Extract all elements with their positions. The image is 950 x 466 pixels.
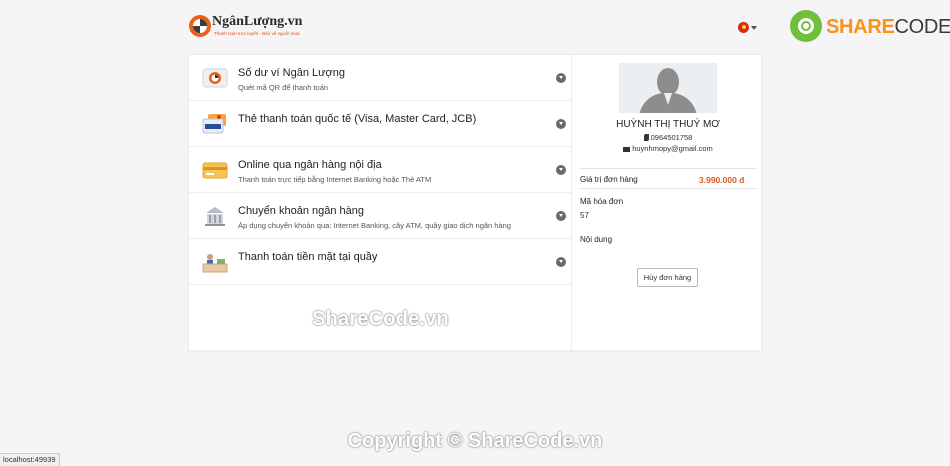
payment-method-international-card[interactable]: Thẻ thanh toán quốc tế (Visa, Master Car…: [189, 101, 572, 147]
avatar-head-shape: [657, 68, 679, 96]
atm-card-icon: [202, 162, 228, 179]
caret-down-icon: [751, 26, 757, 30]
visa-card-icon: [202, 114, 226, 134]
customer-email: huynhmopy@gmail.com: [573, 144, 763, 153]
brand-name: NgânLượng.vn: [212, 14, 303, 29]
copyright-watermark: Copyright © ShareCode.vn: [347, 430, 603, 452]
nganluong-logo-icon: [189, 15, 211, 37]
cash-counter-icon: [202, 254, 228, 273]
payment-method-title: Thẻ thanh toán quốc tế (Visa, Master Car…: [238, 113, 477, 125]
language-selector[interactable]: [738, 22, 758, 34]
payment-method-title: Số dư ví Ngân Lượng: [238, 67, 345, 79]
payment-method-cash[interactable]: Thanh toán tiền mặt tại quầy: [189, 239, 572, 285]
payment-method-domestic-bank[interactable]: Online qua ngân hàng nội địa Thanh toán …: [189, 147, 572, 193]
divider: [579, 168, 757, 169]
order-total-value: 3.990.000 đ: [699, 175, 745, 185]
order-total-label: Giá trị đơn hàng: [580, 175, 638, 184]
sharecode-logo-part1: SHARE: [826, 16, 895, 38]
expand-arrow-icon[interactable]: [556, 257, 566, 267]
nganluong-logo[interactable]: NgânLượng.vn Thanh toán trực tuyến - Bảo…: [188, 12, 308, 42]
expand-arrow-icon[interactable]: [556, 211, 566, 221]
sharecode-logo-text: SHARECODE.vn: [826, 16, 950, 39]
content-label: Nội dung: [580, 235, 613, 244]
payment-method-list: Số dư ví Ngân Lượng Quét mã QR để thanh …: [189, 55, 572, 350]
wallet-icon: [202, 68, 228, 88]
brand-tagline: Thanh toán trực tuyến - Bảo vệ người mua: [214, 31, 300, 36]
payment-method-bank-transfer[interactable]: Chuyển khoản ngân hàng Áp dụng chuyển kh…: [189, 193, 572, 239]
payment-method-wallet[interactable]: Số dư ví Ngân Lượng Quét mã QR để thanh …: [189, 55, 572, 101]
watermark-text: ShareCode.vn: [312, 308, 449, 330]
sharecode-logo: SHARECODE.vn: [790, 10, 950, 44]
avatar: [619, 63, 717, 113]
customer-phone: 0964501758: [573, 133, 763, 142]
payment-method-title: Thanh toán tiền mặt tại quầy: [238, 251, 378, 263]
status-bar-url: localhost:49939: [0, 453, 60, 466]
payment-method-subtitle: Thanh toán trực tiếp bằng Internet Banki…: [238, 175, 432, 184]
customer-email-value: huynhmopy@gmail.com: [632, 144, 713, 153]
bank-icon: [205, 207, 225, 226]
header: NgânLượng.vn Thanh toán trực tuyến - Bảo…: [0, 0, 950, 52]
customer-name: HUỲNH THỊ THUÝ MƠ: [616, 119, 720, 130]
payment-method-title: Online qua ngân hàng nội địa: [238, 159, 382, 171]
expand-arrow-icon[interactable]: [556, 119, 566, 129]
payment-method-subtitle: Quét mã QR để thanh toán: [238, 83, 329, 92]
divider: [579, 188, 757, 189]
vietnam-flag-icon: [738, 22, 749, 33]
payment-method-subtitle: Áp dụng chuyển khoản qua: Internet Banki…: [238, 221, 511, 230]
payment-method-title: Chuyển khoản ngân hàng: [238, 205, 364, 217]
expand-arrow-icon[interactable]: [556, 165, 566, 175]
invoice-label: Mã hóa đơn: [580, 197, 624, 206]
order-summary-panel: HUỲNH THỊ THUÝ MƠ 0964501758 huynhmopy@g…: [573, 55, 763, 350]
invoice-value: 57: [580, 211, 589, 220]
envelope-icon: [623, 147, 631, 152]
customer-phone-value: 0964501758: [650, 133, 693, 142]
expand-arrow-icon[interactable]: [556, 73, 566, 83]
phone-icon: [643, 134, 649, 141]
sharecode-logo-part2: CODE.vn: [894, 16, 950, 38]
sharecode-badge-icon: [790, 10, 822, 42]
cancel-order-button[interactable]: Hủy đơn hàng: [637, 268, 698, 287]
payment-card: Số dư ví Ngân Lượng Quét mã QR để thanh …: [188, 54, 762, 351]
